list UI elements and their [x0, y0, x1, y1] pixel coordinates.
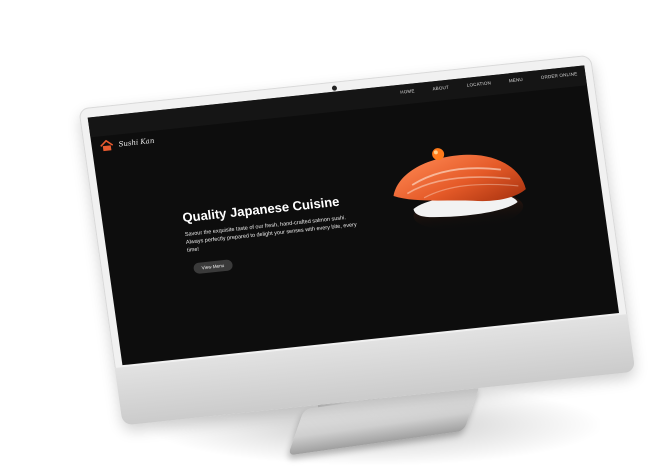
salmon-sushi-image	[393, 148, 526, 230]
brand-name: Sushi Kan	[118, 136, 155, 149]
site-brand[interactable]: Sushi Kan	[99, 135, 155, 153]
house-icon	[100, 139, 114, 152]
website-screen: Sushi Kan HOME ABOUT LOCATION MENU ORDER…	[87, 65, 620, 366]
view-menu-button[interactable]: View Menu	[192, 259, 233, 275]
monitor: Sushi Kan HOME ABOUT LOCATION MENU ORDER…	[78, 54, 636, 436]
